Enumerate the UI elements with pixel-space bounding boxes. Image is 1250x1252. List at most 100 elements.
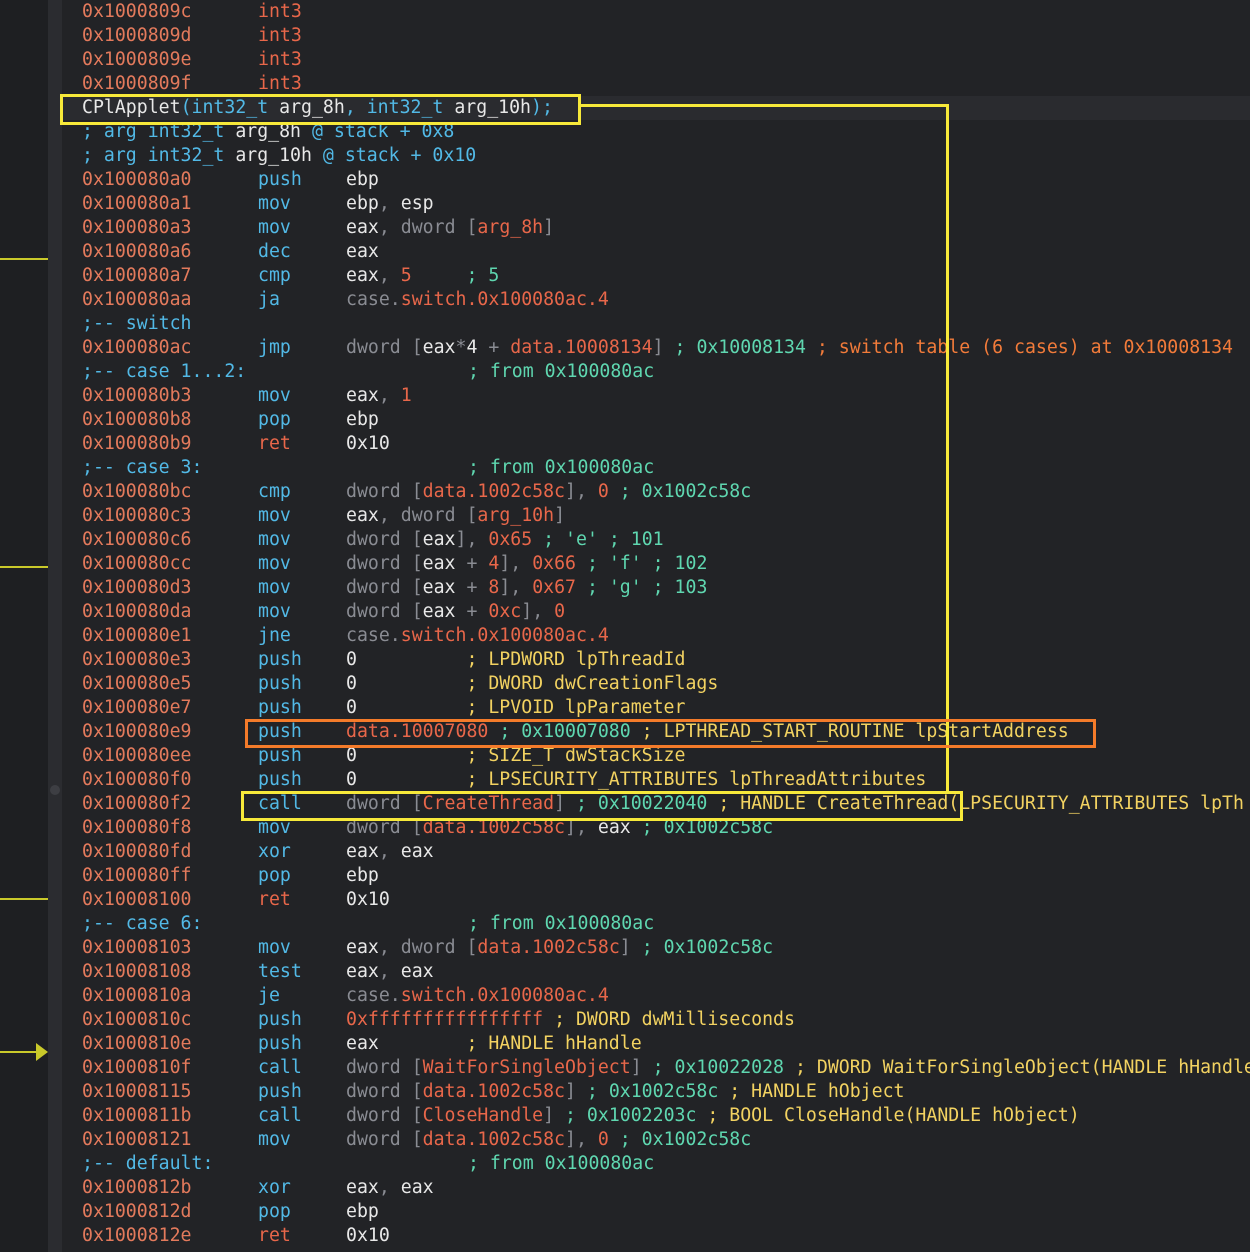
comment-line[interactable]: ;-- switch bbox=[62, 312, 1250, 336]
instruction-row[interactable]: 0x100080da mov dword [eax + 0xc], 0 bbox=[62, 600, 1250, 624]
function-header[interactable]: CPlApplet(int32_t arg_8h, int32_t arg_10… bbox=[62, 96, 1250, 120]
instruction-row[interactable]: 0x100080ee push 0 ; SIZE_T dwStackSize bbox=[62, 744, 1250, 768]
instruction-row[interactable]: 0x1000812e ret 0x10 bbox=[62, 1224, 1250, 1248]
instruction-row[interactable]: 0x100080ff pop ebp bbox=[62, 864, 1250, 888]
disassembly-view[interactable]: 0x1000809c int3 0x1000809d int3 0x1000809e in… bbox=[62, 0, 1250, 1252]
address[interactable]: 0x100080e9 bbox=[82, 720, 192, 744]
instruction-row[interactable]: 0x100080c6 mov dword [eax], 0x65 ; 'e' ; 1… bbox=[62, 528, 1250, 552]
address[interactable]: 0x1000809e bbox=[82, 48, 192, 72]
instruction-row[interactable]: 0x100080b8 pop ebp bbox=[62, 408, 1250, 432]
address[interactable]: 0x1000809c bbox=[82, 0, 192, 24]
address[interactable]: 0x1000809f bbox=[82, 72, 192, 96]
address[interactable]: 0x100080b8 bbox=[82, 408, 192, 432]
address[interactable]: 0x100080e5 bbox=[82, 672, 192, 696]
instruction-row[interactable]: 0x1000809f int3 bbox=[62, 72, 1250, 96]
instruction-row[interactable]: 0x100080c3 mov eax, dword [arg_10h] bbox=[62, 504, 1250, 528]
address[interactable]: 0x100080fd bbox=[82, 840, 192, 864]
comment-line[interactable]: ; arg int32_t arg_8h @ stack + 0x8 bbox=[62, 120, 1250, 144]
address[interactable]: 0x100080a1 bbox=[82, 192, 192, 216]
address[interactable]: 0x100080c3 bbox=[82, 504, 192, 528]
breakpoint-dot[interactable] bbox=[50, 785, 60, 795]
instruction-row[interactable]: 0x1000810a je case.switch.0x100080ac.4 bbox=[62, 984, 1250, 1008]
address[interactable]: 0x100080a3 bbox=[82, 216, 192, 240]
instruction-row[interactable]: 0x10008108 test eax, eax bbox=[62, 960, 1250, 984]
instruction-row[interactable]: 0x100080fd xor eax, eax bbox=[62, 840, 1250, 864]
address[interactable]: 0x1000810a bbox=[82, 984, 192, 1008]
instruction-row[interactable]: 0x100080a6 dec eax bbox=[62, 240, 1250, 264]
address[interactable]: 0x100080bc bbox=[82, 480, 192, 504]
instruction-row[interactable]: 0x100080aa ja case.switch.0x100080ac.4 bbox=[62, 288, 1250, 312]
instruction-row[interactable]: 0x100080b3 mov eax, 1 bbox=[62, 384, 1250, 408]
instruction-row[interactable]: 0x100080bc cmp dword [data.1002c58c], 0 ; … bbox=[62, 480, 1250, 504]
instruction-row[interactable]: 0x100080f2 call dword [CreateThread] ; 0x1… bbox=[62, 792, 1250, 816]
address[interactable]: 0x100080d3 bbox=[82, 576, 192, 600]
instruction-row[interactable]: 0x100080a7 cmp eax, 5 ; 5 bbox=[62, 264, 1250, 288]
address[interactable]: 0x100080b3 bbox=[82, 384, 192, 408]
address[interactable]: 0x100080da bbox=[82, 600, 192, 624]
instruction-row[interactable]: 0x100080a0 push ebp bbox=[62, 168, 1250, 192]
instruction-row[interactable]: 0x100080e1 jne case.switch.0x100080ac.4 bbox=[62, 624, 1250, 648]
gutter-scrollbar[interactable] bbox=[48, 0, 62, 1252]
address[interactable]: 0x1000812b bbox=[82, 1176, 192, 1200]
address[interactable]: 0x1000809d bbox=[82, 24, 192, 48]
address[interactable]: 0x10008100 bbox=[82, 888, 192, 912]
instruction-row[interactable]: 0x100080ac jmp dword [eax*4 + data.1000813… bbox=[62, 336, 1250, 360]
instruction-row[interactable]: 0x100080e3 push 0 ; LPDWORD lpThreadId bbox=[62, 648, 1250, 672]
address[interactable]: 0x10008103 bbox=[82, 936, 192, 960]
address[interactable]: 0x1000810c bbox=[82, 1008, 192, 1032]
instruction-row[interactable]: 0x100080a1 mov ebp, esp bbox=[62, 192, 1250, 216]
address[interactable]: 0x1000811b bbox=[82, 1104, 192, 1128]
instruction-row[interactable]: 0x100080d3 mov dword [eax + 8], 0x67 ; 'g'… bbox=[62, 576, 1250, 600]
address[interactable]: 0x100080e7 bbox=[82, 696, 192, 720]
instruction-row[interactable]: 0x10008115 push dword [data.1002c58c] ; 0x… bbox=[62, 1080, 1250, 1104]
address[interactable]: 0x100080e1 bbox=[82, 624, 192, 648]
instruction-row[interactable]: 0x1000809c int3 bbox=[62, 0, 1250, 24]
instruction-row[interactable]: 0x100080cc mov dword [eax + 4], 0x66 ; 'f'… bbox=[62, 552, 1250, 576]
address[interactable]: 0x10008121 bbox=[82, 1128, 192, 1152]
address[interactable]: 0x10008115 bbox=[82, 1080, 192, 1104]
instruction-row[interactable]: 0x1000812d pop ebp bbox=[62, 1200, 1250, 1224]
address[interactable]: 0x1000810f bbox=[82, 1056, 192, 1080]
comment-line[interactable]: ;-- case 1...2: ; from 0x100080ac bbox=[62, 360, 1250, 384]
comment-line[interactable]: ;-- case 6: ; from 0x100080ac bbox=[62, 912, 1250, 936]
address[interactable]: 0x100080e3 bbox=[82, 648, 192, 672]
instruction-row[interactable]: 0x1000810e push eax ; HANDLE hHandle bbox=[62, 1032, 1250, 1056]
address[interactable]: 0x1000810e bbox=[82, 1032, 192, 1056]
instruction-row[interactable]: 0x100080f0 push 0 ; LPSECURITY_ATTRIBUTES … bbox=[62, 768, 1250, 792]
instruction-row[interactable]: 0x100080e9 push data.10007080 ; 0x10007080… bbox=[62, 720, 1250, 744]
address[interactable]: 0x1000812d bbox=[82, 1200, 192, 1224]
function-name[interactable]: CPlApplet(int32_t arg_8h, int32_t arg_10… bbox=[82, 96, 553, 120]
instruction-row[interactable]: 0x100080f8 mov dword [data.1002c58c], eax … bbox=[62, 816, 1250, 840]
comment-line[interactable]: ;-- case 3: ; from 0x100080ac bbox=[62, 456, 1250, 480]
instruction-row[interactable]: 0x10008103 mov eax, dword [data.1002c58c] … bbox=[62, 936, 1250, 960]
instruction-row[interactable]: 0x1000810c push 0xffffffffffffffff ; DWORD… bbox=[62, 1008, 1250, 1032]
instruction-row[interactable]: 0x1000810f call dword [WaitForSingleObject… bbox=[62, 1056, 1250, 1080]
address[interactable]: 0x100080aa bbox=[82, 288, 192, 312]
instruction-row[interactable]: 0x100080b9 ret 0x10 bbox=[62, 432, 1250, 456]
instruction-row[interactable]: 0x1000809e int3 bbox=[62, 48, 1250, 72]
address[interactable]: 0x100080a0 bbox=[82, 168, 192, 192]
instruction-row[interactable]: 0x100080e7 push 0 ; LPVOID lpParameter bbox=[62, 696, 1250, 720]
instruction-row[interactable]: 0x1000811b call dword [CloseHandle] ; 0x10… bbox=[62, 1104, 1250, 1128]
address[interactable]: 0x100080c6 bbox=[82, 528, 192, 552]
address[interactable]: 0x100080ac bbox=[82, 336, 192, 360]
address[interactable]: 0x100080f0 bbox=[82, 768, 192, 792]
instruction-row[interactable]: 0x10008100 ret 0x10 bbox=[62, 888, 1250, 912]
instruction-row[interactable]: 0x1000812b xor eax, eax bbox=[62, 1176, 1250, 1200]
address[interactable]: 0x100080a7 bbox=[82, 264, 192, 288]
instruction-row[interactable]: 0x100080e5 push 0 ; DWORD dwCreationFlags bbox=[62, 672, 1250, 696]
address[interactable]: 0x100080ff bbox=[82, 864, 192, 888]
address[interactable]: 0x1000812e bbox=[82, 1224, 192, 1248]
instruction-row[interactable]: 0x1000809d int3 bbox=[62, 24, 1250, 48]
instruction-row[interactable]: 0x100080a3 mov eax, dword [arg_8h] bbox=[62, 216, 1250, 240]
address[interactable]: 0x100080f2 bbox=[82, 792, 192, 816]
comment-line[interactable]: ; arg int32_t arg_10h @ stack + 0x10 bbox=[62, 144, 1250, 168]
address[interactable]: 0x10008108 bbox=[82, 960, 192, 984]
comment-line[interactable]: ;-- default: ; from 0x100080ac bbox=[62, 1152, 1250, 1176]
address[interactable]: 0x100080ee bbox=[82, 744, 192, 768]
address[interactable]: 0x100080a6 bbox=[82, 240, 192, 264]
instruction-row[interactable]: 0x10008121 mov dword [data.1002c58c], 0 ; … bbox=[62, 1128, 1250, 1152]
address[interactable]: 0x100080b9 bbox=[82, 432, 192, 456]
address[interactable]: 0x100080cc bbox=[82, 552, 192, 576]
address[interactable]: 0x100080f8 bbox=[82, 816, 192, 840]
